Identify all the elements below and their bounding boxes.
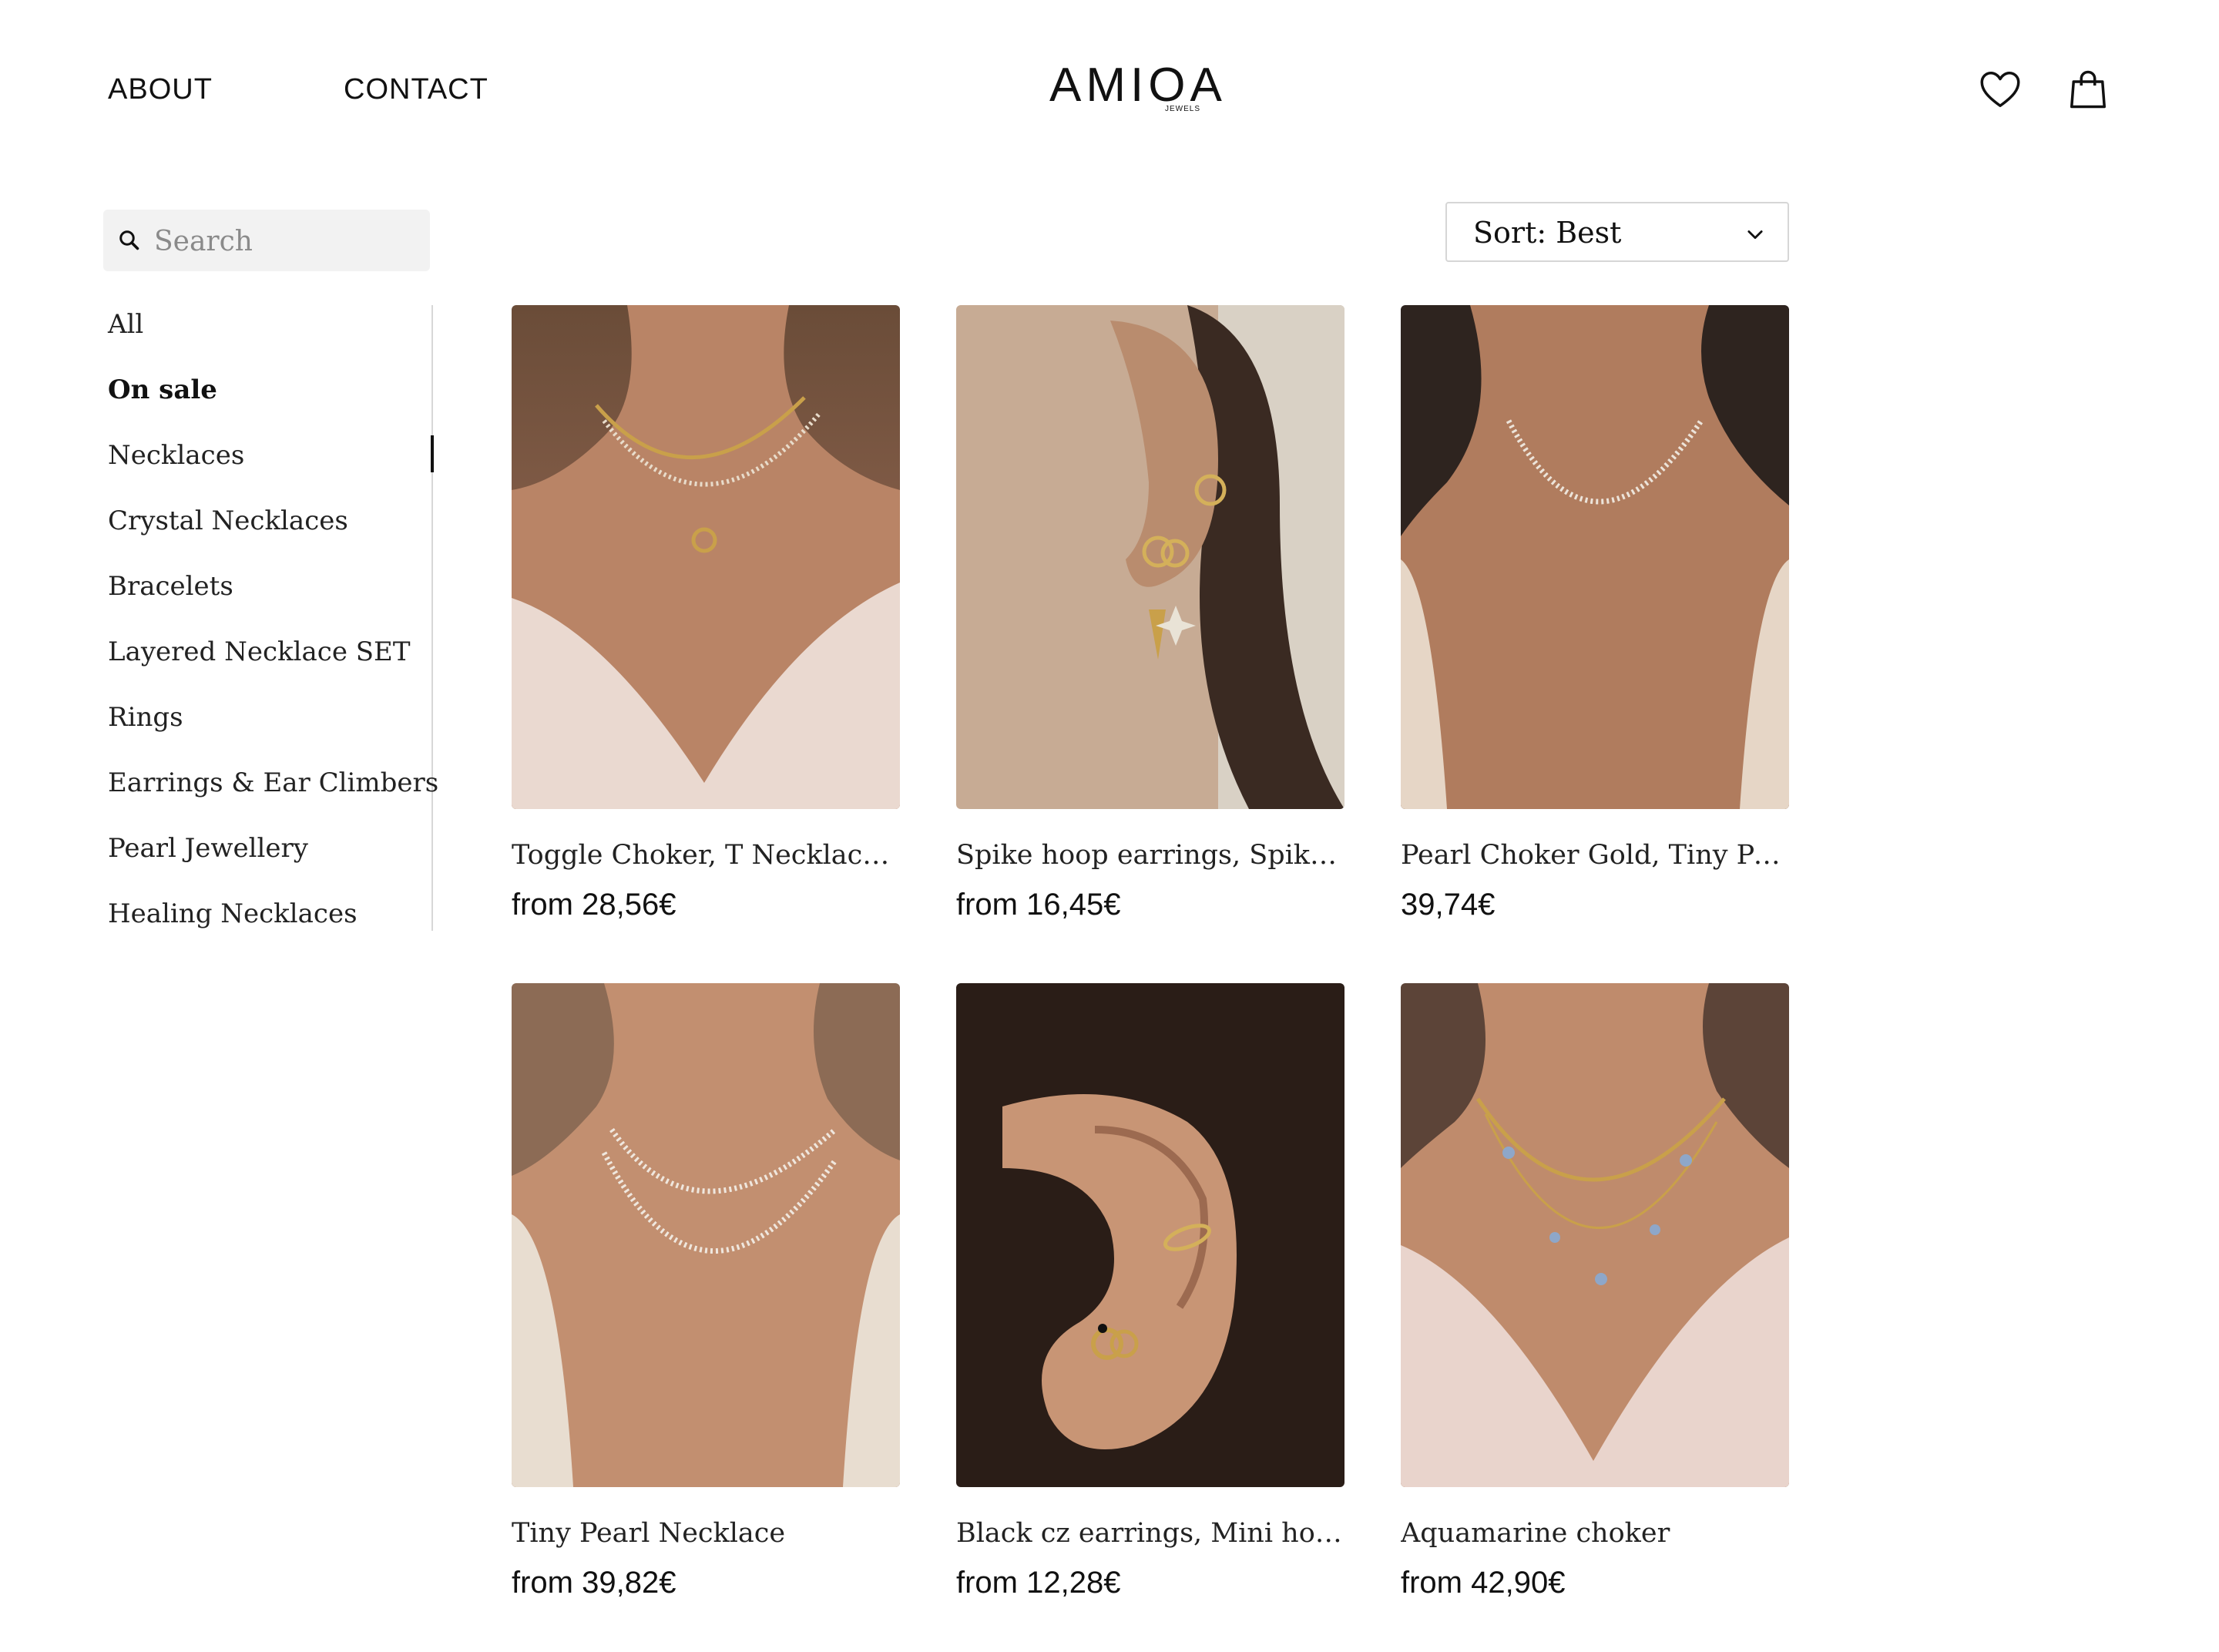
product-price: from 28,56€ xyxy=(512,888,676,922)
logo-subtext: JEWELS xyxy=(1165,105,1201,113)
product-card[interactable]: Aquamarine choker from 42,90€ xyxy=(1401,983,1789,1601)
product-name[interactable]: Black cz earrings, Mini hoop... xyxy=(956,1516,1349,1550)
category-healing-necklaces[interactable]: Healing Necklaces xyxy=(108,895,431,960)
search-input[interactable] xyxy=(153,210,418,273)
product-card[interactable]: Spike hoop earrings, Spike... from 16,45… xyxy=(956,305,1349,923)
product-card[interactable]: Pearl Choker Gold, Tiny Pearl... 39,74€ xyxy=(1401,305,1794,923)
category-earrings-ear-climbers[interactable]: Earrings & Ear Climbers xyxy=(108,764,438,829)
search-box xyxy=(103,210,430,273)
category-pearl-jewellery[interactable]: Pearl Jewellery xyxy=(108,829,431,895)
category-crystal-necklaces[interactable]: Crystal Necklaces xyxy=(108,502,431,567)
product-image[interactable] xyxy=(956,305,1344,809)
product-card[interactable]: Black cz earrings, Mini hoop... from 12,… xyxy=(956,983,1349,1601)
product-name[interactable]: Pearl Choker Gold, Tiny Pearl... xyxy=(1401,838,1794,872)
product-price: from 42,90€ xyxy=(1401,1566,1566,1600)
product-image[interactable] xyxy=(1401,305,1789,809)
product-name[interactable]: Aquamarine choker xyxy=(1401,1516,1794,1550)
product-image[interactable] xyxy=(512,983,900,1487)
category-necklaces[interactable]: Necklaces xyxy=(108,436,431,502)
chevron-down-icon xyxy=(1747,230,1763,240)
product-name[interactable]: Tiny Pearl Necklace xyxy=(512,1516,905,1550)
product-price: from 39,82€ xyxy=(512,1566,676,1600)
category-on-sale[interactable]: On sale xyxy=(108,371,434,472)
product-price: 39,74€ xyxy=(1401,888,1496,922)
search-icon xyxy=(119,230,139,250)
category-list: All On sale Necklaces Crystal Necklaces … xyxy=(108,305,438,931)
category-all[interactable]: All xyxy=(108,305,431,371)
product-price: from 16,45€ xyxy=(956,888,1121,922)
product-price: from 12,28€ xyxy=(956,1566,1121,1600)
product-image[interactable] xyxy=(1401,983,1789,1487)
category-layered-necklace-set[interactable]: Layered Necklace SET xyxy=(108,633,431,698)
product-card[interactable]: Tiny Pearl Necklace from 39,82€ xyxy=(512,983,900,1601)
sort-dropdown[interactable]: Sort: Best xyxy=(1445,202,1789,262)
category-rings[interactable]: Rings xyxy=(108,698,431,764)
nav-about-link[interactable]: ABOUT xyxy=(108,71,213,108)
brand-logo[interactable]: AMIOA JEWELS xyxy=(1049,59,1222,120)
product-card[interactable]: Toggle Choker, T Necklace, ... from 28,5… xyxy=(512,305,905,923)
product-image[interactable] xyxy=(956,983,1344,1487)
nav-contact-link[interactable]: CONTACT xyxy=(344,71,488,108)
product-name[interactable]: Toggle Choker, T Necklace, ... xyxy=(512,838,905,872)
sort-label: Sort: Best xyxy=(1473,216,1622,250)
product-name[interactable]: Spike hoop earrings, Spike... xyxy=(956,838,1349,872)
product-image[interactable] xyxy=(512,305,900,809)
shopping-bag-icon[interactable] xyxy=(2065,66,2111,112)
heart-icon[interactable] xyxy=(1977,66,2023,112)
category-bracelets[interactable]: Bracelets xyxy=(108,567,431,633)
